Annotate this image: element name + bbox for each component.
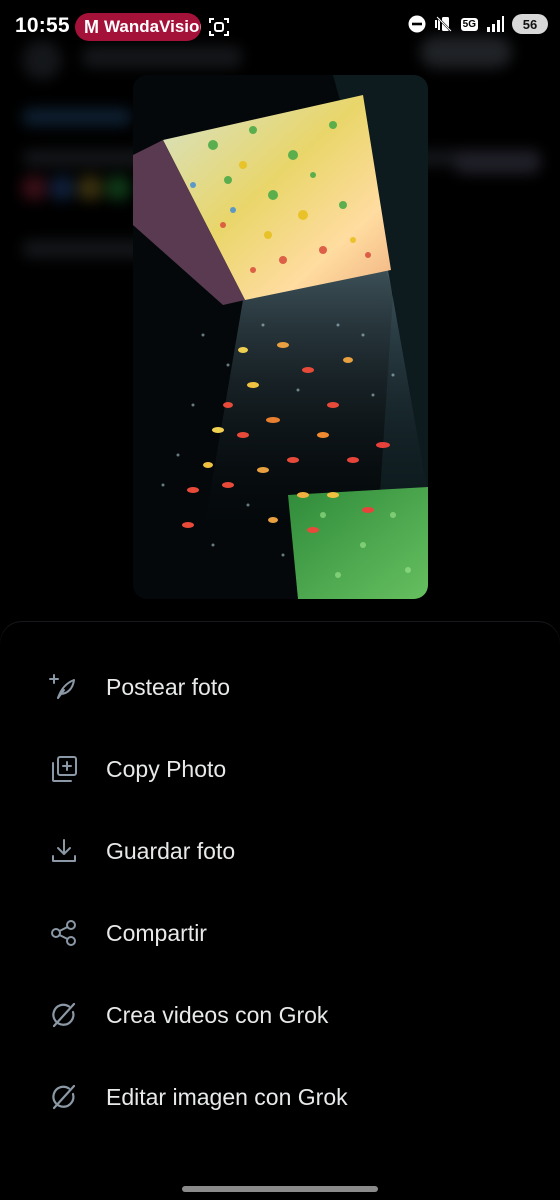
save-photo-label: Guardar foto <box>106 837 236 864</box>
download-icon <box>49 836 79 866</box>
home-indicator[interactable] <box>182 1186 378 1192</box>
vibrate-icon <box>434 16 452 32</box>
app-logo-icon: M <box>84 16 99 37</box>
network-type: 5G <box>460 17 478 31</box>
copy-photo-item[interactable]: Copy Photo <box>0 728 560 810</box>
status-time: 10:55 <box>15 14 70 37</box>
photo-preview[interactable] <box>133 75 428 599</box>
share-label: Compartir <box>106 919 207 946</box>
photo-action-sheet: Postear foto Copy Photo Guardar foto Com… <box>0 622 560 1200</box>
share-icon <box>49 918 79 948</box>
status-icons: 5G 56 <box>407 14 548 34</box>
copy-photo-label: Copy Photo <box>106 755 227 782</box>
create-video-grok-item[interactable]: Crea videos con Grok <box>0 974 560 1056</box>
screen-capture-icon <box>209 18 229 36</box>
create-video-grok-label: Crea videos con Grok <box>106 1001 329 1028</box>
edit-image-grok-label: Editar imagen con Grok <box>106 1083 348 1110</box>
grok-icon <box>49 1000 79 1030</box>
share-item[interactable]: Compartir <box>0 892 560 974</box>
battery-level: 56 <box>512 14 548 34</box>
status-bar: 10:55 M WandaVision 5G 56 <box>0 0 560 56</box>
feather-plus-icon <box>49 672 79 702</box>
active-app-pill[interactable]: M WandaVision <box>75 13 201 41</box>
post-photo-item[interactable]: Postear foto <box>0 646 560 728</box>
active-app-label: WandaVision <box>104 17 201 36</box>
edit-image-grok-item[interactable]: Editar imagen con Grok <box>0 1056 560 1138</box>
post-photo-label: Postear foto <box>106 673 231 700</box>
action-menu: Postear foto Copy Photo Guardar foto Com… <box>0 646 560 1138</box>
do-not-disturb-icon <box>408 15 426 33</box>
signal-icon <box>487 16 504 32</box>
copy-plus-icon <box>49 754 79 784</box>
grok-icon <box>49 1082 79 1112</box>
save-photo-item[interactable]: Guardar foto <box>0 810 560 892</box>
